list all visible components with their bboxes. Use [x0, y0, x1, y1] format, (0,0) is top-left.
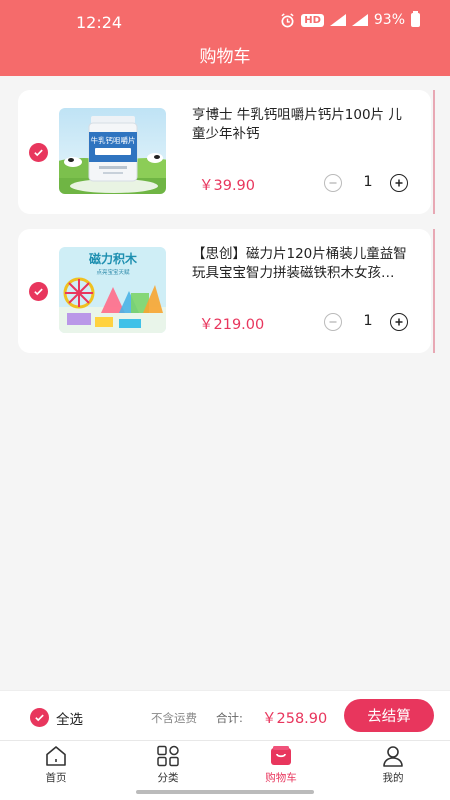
item-price: ￥39.90 [199, 178, 256, 194]
tab-label: 购物车 [265, 772, 297, 784]
item-price: ￥219.00 [199, 317, 265, 333]
quantity-stepper: 1 [324, 174, 410, 194]
item-checkbox[interactable] [29, 282, 48, 301]
plus-icon [395, 179, 403, 187]
card-edge-divider [433, 90, 435, 214]
item-title[interactable]: 【思创】磁力片120片桶装儿童益智玩具宝宝智力拼装磁铁积木女孩… [192, 245, 414, 283]
select-all-checkbox[interactable] [30, 708, 49, 727]
cart-item[interactable]: 磁力积木 点亮宝宝天赋 【思创】磁力片120片桶装儿童益智玩具宝宝智力拼装磁铁积… [18, 229, 435, 353]
battery-percent: 93% [373, 12, 405, 28]
image-product-text: 牛乳钙咀嚼片 [91, 135, 136, 145]
decrease-quantity-button[interactable] [324, 174, 342, 192]
image-product-text: 磁力积木 [88, 251, 138, 266]
quantity-value: 1 [363, 174, 373, 190]
status-time: 12:24 [76, 13, 123, 32]
shipping-note: 不含运费 [151, 711, 197, 725]
checkout-bar: 全选 不含运费 合计: ￥258.90 去结算 [0, 690, 450, 740]
total-value: ￥258.90 [262, 711, 328, 727]
tab-category[interactable]: 分类 [138, 745, 198, 787]
signal-4g-icon-2 [351, 14, 368, 26]
minus-icon [329, 321, 337, 323]
cart-icon [271, 746, 291, 765]
total-label: 合计: [216, 711, 243, 725]
alarm-icon [281, 12, 294, 27]
magnetic-blocks-image[interactable]: 磁力积木 点亮宝宝天赋 [59, 247, 166, 333]
increase-quantity-button[interactable] [390, 174, 408, 192]
cart-item[interactable]: 牛乳钙咀嚼片 亨博士 牛乳钙咀嚼片钙片100片 儿童少年补钙 ￥39.90 1 [18, 90, 435, 214]
item-checkbox[interactable] [29, 143, 48, 162]
tab-cart[interactable]: 购物车 [251, 745, 311, 787]
item-title[interactable]: 亨博士 牛乳钙咀嚼片钙片100片 儿童少年补钙 [192, 106, 414, 144]
category-grid-icon [157, 745, 179, 767]
checkmark-icon [34, 288, 43, 296]
decrease-quantity-button[interactable] [324, 313, 342, 331]
minus-icon [329, 182, 337, 184]
checkmark-icon [35, 714, 44, 722]
status-bar: 12:24 HD 93% [0, 0, 450, 44]
home-indicator [136, 790, 314, 794]
image-product-subtext: 点亮宝宝天赋 [96, 268, 130, 276]
milk-calcium-bottle-image[interactable]: 牛乳钙咀嚼片 [59, 108, 166, 194]
checkmark-icon [34, 149, 43, 157]
signal-4g-icon [329, 14, 346, 26]
quantity-value: 1 [363, 313, 373, 329]
checkout-button[interactable]: 去结算 [344, 699, 434, 732]
tab-profile[interactable]: 我的 [363, 745, 423, 787]
increase-quantity-button[interactable] [390, 313, 408, 331]
tab-label: 我的 [382, 772, 404, 784]
quantity-stepper: 1 [324, 313, 410, 333]
tab-label: 分类 [157, 772, 179, 784]
user-icon [383, 746, 403, 767]
plus-icon [395, 318, 403, 326]
home-icon [46, 746, 66, 766]
select-all-label[interactable]: 全选 [56, 708, 83, 728]
hd-badge: HD [301, 13, 324, 27]
status-icons: HD 93% [280, 11, 420, 28]
tab-label: 首页 [45, 772, 67, 784]
card-edge-divider [433, 229, 435, 353]
page-title: 购物车 [199, 47, 251, 67]
tab-home[interactable]: 首页 [26, 745, 86, 787]
battery-icon [411, 11, 420, 27]
app-header: 12:24 HD 93% 购物车 [0, 0, 450, 76]
